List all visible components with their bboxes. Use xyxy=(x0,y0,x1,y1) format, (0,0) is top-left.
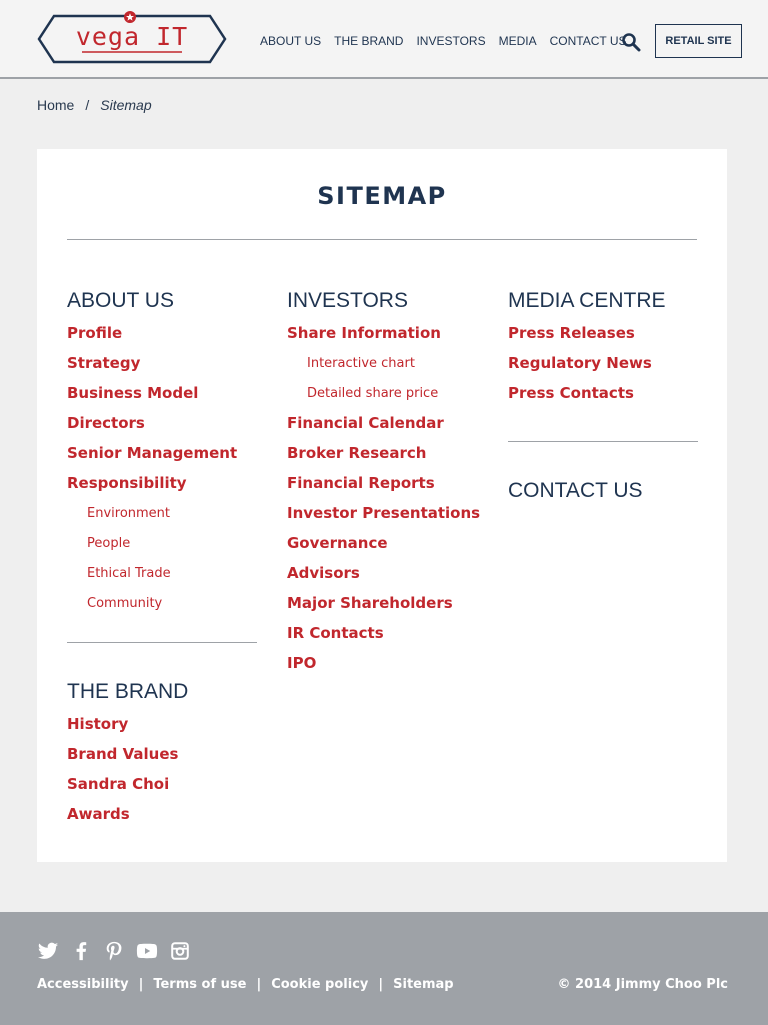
sublink-community[interactable]: Community xyxy=(67,589,257,619)
sublink-interactive-chart[interactable]: Interactive chart xyxy=(287,349,497,379)
sublink-environment[interactable]: Environment xyxy=(67,499,257,529)
link-strategy[interactable]: Strategy xyxy=(67,349,257,379)
main-nav: ABOUT US THE BRAND INVESTORS MEDIA CONTA… xyxy=(260,34,640,48)
heading-about-us[interactable]: ABOUT US xyxy=(67,287,257,319)
sublink-people[interactable]: People xyxy=(67,529,257,559)
footer-link-cookie-policy[interactable]: Cookie policy xyxy=(271,977,368,992)
breadcrumb: Home / Sitemap xyxy=(37,97,152,113)
column-media-contact: MEDIA CENTRE Press Releases Regulatory N… xyxy=(508,287,698,509)
link-press-contacts[interactable]: Press Contacts xyxy=(508,379,698,409)
copyright: © 2014 Jimmy Choo Plc xyxy=(557,977,729,992)
instagram-icon[interactable] xyxy=(169,940,191,962)
link-business-model[interactable]: Business Model xyxy=(67,379,257,409)
nav-media[interactable]: MEDIA xyxy=(499,34,537,48)
link-financial-reports[interactable]: Financial Reports xyxy=(287,469,497,499)
link-ipo[interactable]: IPO xyxy=(287,649,497,679)
breadcrumb-separator: / xyxy=(85,97,90,113)
heading-investors[interactable]: INVESTORS xyxy=(287,287,497,319)
link-advisors[interactable]: Advisors xyxy=(287,559,497,589)
section-divider xyxy=(67,642,257,643)
breadcrumb-home[interactable]: Home xyxy=(37,97,74,113)
pinterest-icon[interactable] xyxy=(103,940,125,962)
link-share-information[interactable]: Share Information xyxy=(287,319,497,349)
footer-link-accessibility[interactable]: Accessibility xyxy=(37,977,129,992)
logo-wordmark: vega IT xyxy=(75,22,189,51)
retail-site-button[interactable]: RETAIL SITE xyxy=(655,24,742,58)
nav-contact-us[interactable]: CONTACT US xyxy=(550,34,627,48)
link-responsibility[interactable]: Responsibility xyxy=(67,469,257,499)
column-about-brand: ABOUT US Profile Strategy Business Model… xyxy=(67,287,257,830)
nav-the-brand[interactable]: THE BRAND xyxy=(334,34,403,48)
link-brand-values[interactable]: Brand Values xyxy=(67,740,257,770)
link-investor-presentations[interactable]: Investor Presentations xyxy=(287,499,497,529)
link-governance[interactable]: Governance xyxy=(287,529,497,559)
footer-link-sitemap[interactable]: Sitemap xyxy=(393,977,453,992)
heading-media-centre[interactable]: MEDIA CENTRE xyxy=(508,287,698,319)
nav-about-us[interactable]: ABOUT US xyxy=(260,34,321,48)
section-divider xyxy=(508,441,698,442)
heading-the-brand[interactable]: THE BRAND xyxy=(67,678,257,710)
nav-investors[interactable]: INVESTORS xyxy=(416,34,485,48)
youtube-icon[interactable] xyxy=(136,940,158,962)
footer-separator: | xyxy=(378,977,384,992)
footer-separator: | xyxy=(138,977,144,992)
link-financial-calendar[interactable]: Financial Calendar xyxy=(287,409,497,439)
facebook-icon[interactable] xyxy=(70,940,92,962)
sublink-detailed-share-price[interactable]: Detailed share price xyxy=(287,379,497,409)
link-broker-research[interactable]: Broker Research xyxy=(287,439,497,469)
link-awards[interactable]: Awards xyxy=(67,800,257,830)
link-history[interactable]: History xyxy=(67,710,257,740)
link-ir-contacts[interactable]: IR Contacts xyxy=(287,619,497,649)
twitter-icon[interactable] xyxy=(37,940,59,962)
sublink-ethical-trade[interactable]: Ethical Trade xyxy=(67,559,257,589)
title-divider xyxy=(67,239,697,240)
sitemap-card: SITEMAP ABOUT US Profile Strategy Busine… xyxy=(37,149,727,862)
link-senior-management[interactable]: Senior Management xyxy=(67,439,257,469)
footer-link-terms[interactable]: Terms of use xyxy=(153,977,246,992)
heading-contact-us[interactable]: CONTACT US xyxy=(508,477,698,509)
column-investors: INVESTORS Share Information Interactive … xyxy=(287,287,497,679)
social-links xyxy=(37,940,202,962)
page-title: SITEMAP xyxy=(317,182,447,210)
footer-separator: | xyxy=(256,977,262,992)
footer-links: Accessibility | Terms of use | Cookie po… xyxy=(37,977,454,992)
link-press-releases[interactable]: Press Releases xyxy=(508,319,698,349)
link-major-shareholders[interactable]: Major Shareholders xyxy=(287,589,497,619)
site-footer: Accessibility | Terms of use | Cookie po… xyxy=(0,912,768,1025)
breadcrumb-current: Sitemap xyxy=(100,97,152,113)
site-logo[interactable]: vega IT xyxy=(36,10,228,68)
link-directors[interactable]: Directors xyxy=(67,409,257,439)
site-header: vega IT ABOUT US THE BRAND INVESTORS MED… xyxy=(0,0,768,79)
link-regulatory-news[interactable]: Regulatory News xyxy=(508,349,698,379)
search-icon[interactable] xyxy=(621,32,641,52)
link-profile[interactable]: Profile xyxy=(67,319,257,349)
link-sandra-choi[interactable]: Sandra Choi xyxy=(67,770,257,800)
